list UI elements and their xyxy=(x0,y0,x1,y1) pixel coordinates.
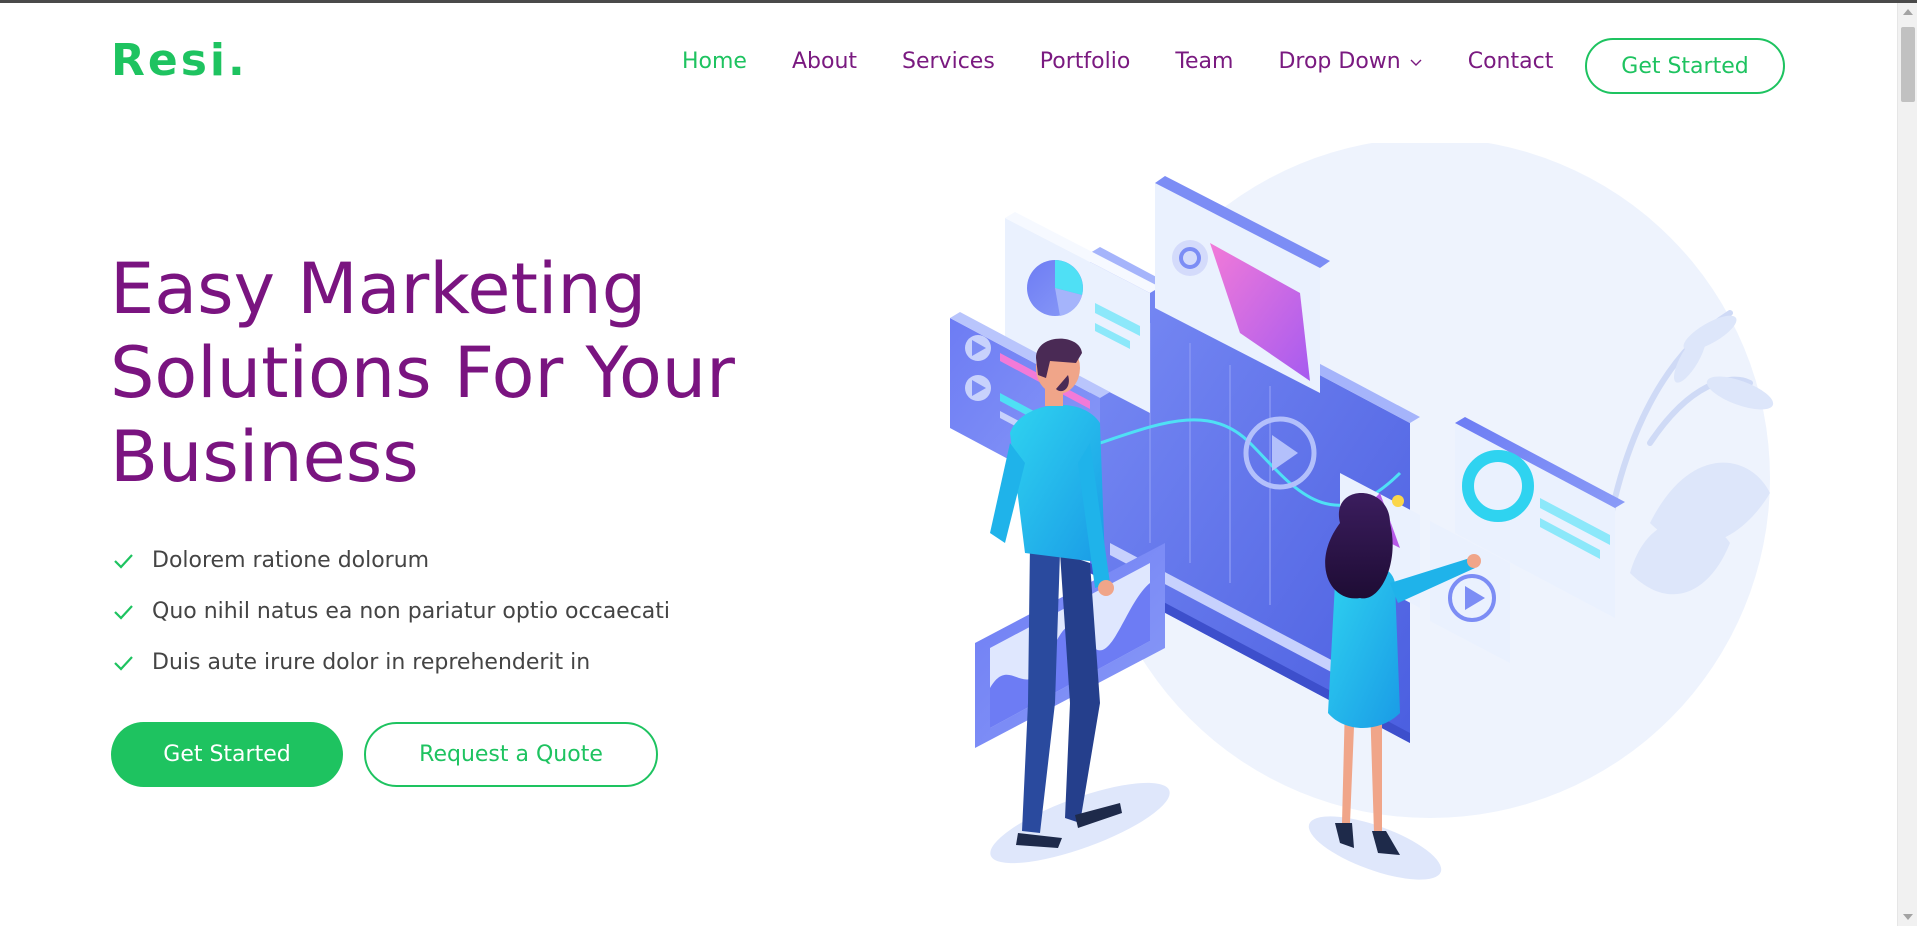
list-item: Dolorem ratione dolorum xyxy=(112,535,670,586)
header-get-started-button[interactable]: Get Started xyxy=(1585,38,1785,94)
page: Resi. Home About Services Portfolio Team… xyxy=(0,3,1897,926)
feature-text: Quo nihil natus ea non pariatur optio oc… xyxy=(152,599,671,624)
hero-title: Easy Marketing Solutions For Your Busine… xyxy=(110,247,830,499)
hero-title-line-1: Easy Marketing xyxy=(110,248,647,330)
hero-title-line-3: Business xyxy=(110,416,419,498)
hero-illustration xyxy=(950,143,1774,880)
list-item: Quo nihil natus ea non pariatur optio oc… xyxy=(112,586,670,637)
nav-item-about[interactable]: About xyxy=(792,49,857,74)
nav-item-label: Portfolio xyxy=(1039,49,1131,74)
vertical-scrollbar[interactable] xyxy=(1897,3,1917,926)
feature-text: Duis aute irure dolor in reprehenderit i… xyxy=(152,650,591,675)
main-nav: Home About Services Portfolio Team Drop … xyxy=(682,49,1598,74)
check-icon xyxy=(114,604,133,620)
nav-item-label: Home xyxy=(682,49,747,74)
brand-logo[interactable]: Resi. xyxy=(111,35,248,86)
scroll-down-arrow-icon[interactable] xyxy=(1903,914,1913,920)
feature-list: Dolorem ratione dolorum Quo nihil natus … xyxy=(112,535,670,688)
nav-item-label: Services xyxy=(902,49,995,74)
nav-item-label: Contact xyxy=(1467,49,1554,74)
nav-item-home[interactable]: Home xyxy=(682,49,747,74)
check-icon xyxy=(114,553,133,569)
hero-title-line-2: Solutions For Your xyxy=(110,332,735,414)
nav-item-portfolio[interactable]: Portfolio xyxy=(1040,49,1131,74)
list-item: Duis aute irure dolor in reprehenderit i… xyxy=(112,637,670,688)
nav-item-team[interactable]: Team xyxy=(1175,49,1233,74)
scroll-up-arrow-icon[interactable] xyxy=(1903,9,1913,15)
chevron-down-icon xyxy=(1410,59,1422,66)
nav-item-label: About xyxy=(791,49,858,74)
nav-item-label: Drop Down xyxy=(1278,49,1401,74)
request-quote-button[interactable]: Request a Quote xyxy=(364,722,658,787)
scrollbar-thumb[interactable] xyxy=(1901,27,1915,102)
nav-item-dropdown[interactable]: Drop Down xyxy=(1278,49,1422,74)
nav-item-label: Team xyxy=(1175,49,1234,74)
feature-text: Dolorem ratione dolorum xyxy=(152,548,430,573)
nav-item-contact[interactable]: Contact xyxy=(1468,49,1554,74)
get-started-button[interactable]: Get Started xyxy=(111,722,343,787)
check-icon xyxy=(114,655,133,671)
nav-item-services[interactable]: Services xyxy=(902,49,995,74)
